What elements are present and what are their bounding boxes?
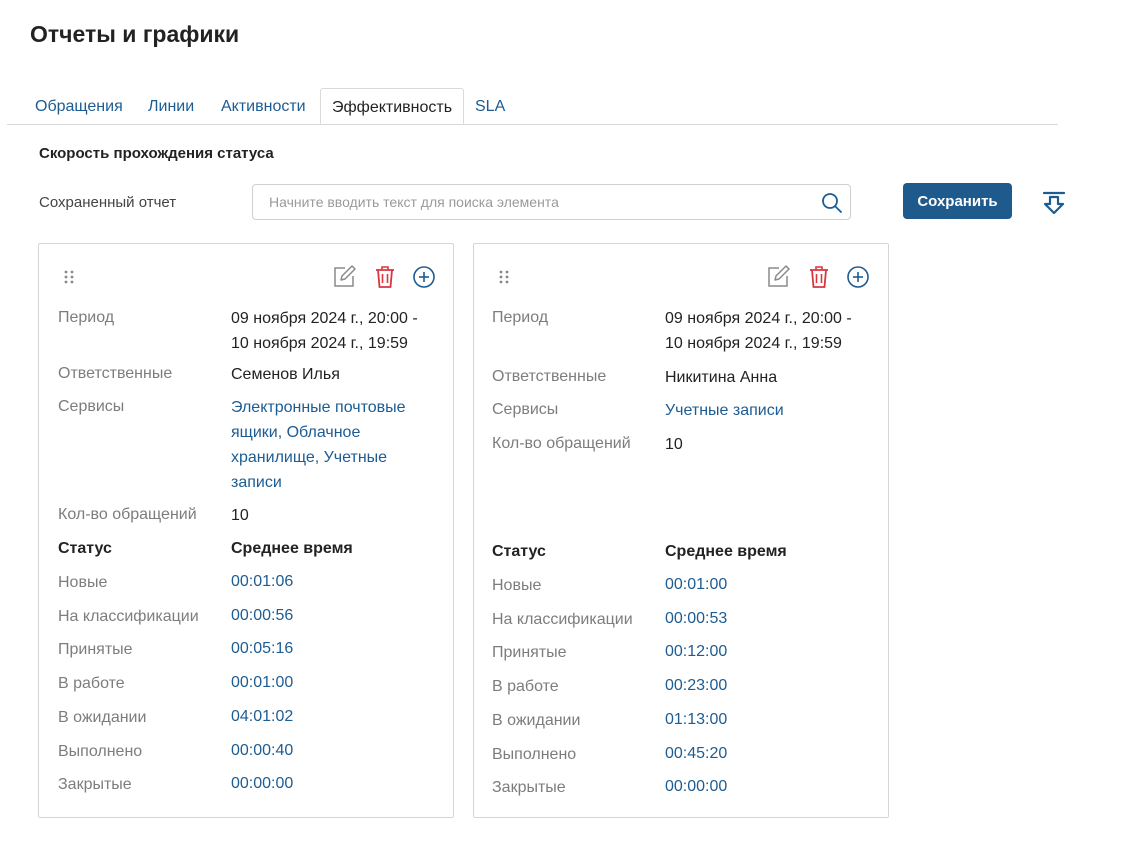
- status-time[interactable]: 00:00:53: [665, 610, 727, 628]
- status-label: Закрытые: [492, 779, 566, 796]
- count-value: 10: [665, 436, 683, 453]
- tab-sla[interactable]: SLA: [475, 88, 505, 124]
- count-label: Кол-во обращений: [58, 506, 197, 523]
- status-time[interactable]: 00:00:00: [231, 775, 293, 793]
- services-value-line-1[interactable]: Учетные записи: [665, 398, 784, 423]
- avg-time-header: Среднее время: [231, 540, 353, 557]
- responsible-value: Никитина Анна: [665, 369, 778, 386]
- services-label: Сервисы: [58, 398, 125, 415]
- saved-report-search: [252, 184, 851, 220]
- services-value-line-3[interactable]: хранилище, Учетные: [231, 445, 387, 470]
- status-label: Принятые: [58, 641, 133, 658]
- tab-effektivnost[interactable]: Эффективность: [320, 88, 465, 124]
- services-value-line-4[interactable]: записи: [231, 470, 282, 495]
- status-time[interactable]: 00:45:20: [665, 745, 727, 763]
- save-button[interactable]: Сохранить: [903, 183, 1012, 219]
- status-header: Статус: [492, 543, 546, 560]
- responsible-value: Семенов Илья: [231, 366, 340, 383]
- status-label: Выполнено: [492, 746, 577, 763]
- status-time[interactable]: 01:13:00: [665, 711, 727, 729]
- status-label: В ожидании: [492, 712, 581, 729]
- status-label: В ожидании: [58, 709, 147, 726]
- status-label: На классификации: [492, 611, 633, 628]
- services-value-line-1[interactable]: Электронные почтовые: [231, 395, 406, 420]
- status-time[interactable]: 00:12:00: [665, 643, 727, 661]
- status-label: Закрытые: [58, 776, 132, 793]
- tab-linii[interactable]: Линии: [148, 88, 194, 124]
- add-circle-icon[interactable]: [411, 264, 437, 290]
- status-label: В работе: [58, 675, 125, 692]
- period-line-2: 10 ноября 2024 г., 19:59: [665, 335, 842, 352]
- edit-icon[interactable]: [331, 264, 357, 290]
- trash-icon[interactable]: [372, 264, 398, 290]
- count-value: 10: [231, 507, 249, 524]
- drag-handle-icon[interactable]: [63, 269, 75, 285]
- status-label: На классификации: [58, 608, 199, 625]
- report-card-2: Период 09 ноября 2024 г., 20:00 - 10 ноя…: [473, 243, 889, 818]
- status-label: Принятые: [492, 644, 567, 661]
- status-time[interactable]: 00:01:00: [231, 674, 293, 692]
- status-header: Статус: [58, 540, 112, 557]
- report-tabs: Обращения Линии Активности Эффективность…: [7, 88, 1058, 125]
- responsible-label: Ответственные: [492, 368, 607, 385]
- period-line-2: 10 ноября 2024 г., 19:59: [231, 335, 408, 352]
- tab-aktivnosti[interactable]: Активности: [221, 88, 306, 124]
- status-time[interactable]: 00:01:00: [665, 576, 727, 594]
- page-title: Отчеты и графики: [30, 21, 240, 47]
- edit-icon[interactable]: [765, 264, 791, 290]
- status-time[interactable]: 00:23:00: [665, 677, 727, 695]
- status-time[interactable]: 04:01:02: [231, 708, 293, 726]
- services-label: Сервисы: [492, 401, 559, 418]
- trash-icon[interactable]: [806, 264, 832, 290]
- status-time[interactable]: 00:00:56: [231, 607, 293, 625]
- period-label: Период: [58, 309, 115, 326]
- status-label: Выполнено: [58, 743, 143, 760]
- services-value-line-2[interactable]: ящики, Облачное: [231, 420, 360, 445]
- section-title: Скорость прохождения статуса: [39, 145, 274, 162]
- period-line-1: 09 ноября 2024 г., 20:00 -: [665, 310, 852, 327]
- period-line-1: 09 ноября 2024 г., 20:00 -: [231, 310, 418, 327]
- responsible-label: Ответственные: [58, 365, 173, 382]
- status-label: Новые: [58, 574, 108, 591]
- add-circle-icon[interactable]: [845, 264, 871, 290]
- period-label: Период: [492, 309, 549, 326]
- saved-report-search-input[interactable]: [253, 185, 813, 219]
- status-label: Новые: [492, 577, 542, 594]
- report-card-1: Период 09 ноября 2024 г., 20:00 - 10 ноя…: [38, 243, 454, 818]
- avg-time-header: Среднее время: [665, 543, 787, 560]
- status-time[interactable]: 00:01:06: [231, 573, 293, 591]
- status-time[interactable]: 00:05:16: [231, 640, 293, 658]
- search-icon[interactable]: [820, 191, 844, 215]
- download-icon[interactable]: [1041, 190, 1067, 218]
- status-time[interactable]: 00:00:40: [231, 742, 293, 760]
- status-label: В работе: [492, 678, 559, 695]
- drag-handle-icon[interactable]: [498, 269, 510, 285]
- count-label: Кол-во обращений: [492, 435, 631, 452]
- saved-report-label: Сохраненный отчет: [39, 194, 177, 211]
- status-time[interactable]: 00:00:00: [665, 778, 727, 796]
- tab-obrascheniya[interactable]: Обращения: [35, 88, 123, 124]
